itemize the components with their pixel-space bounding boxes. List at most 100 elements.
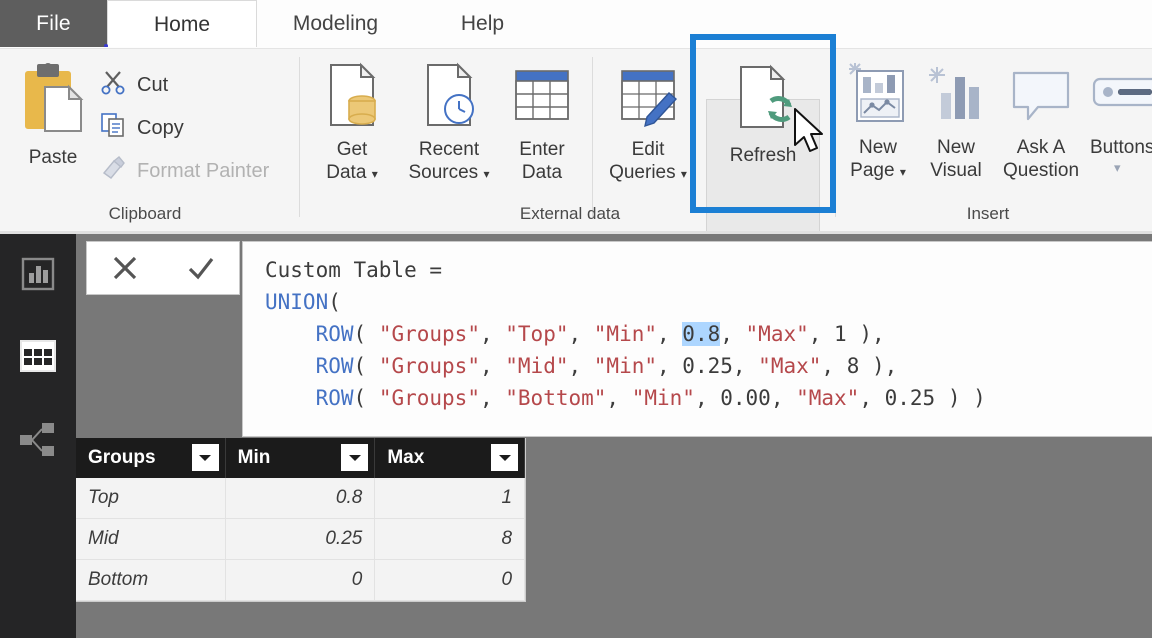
edit-queries-button[interactable]: Edit Queries ▾	[598, 61, 698, 184]
table-column-header[interactable]: Min	[226, 438, 376, 478]
dax-token-plain: ,	[694, 386, 721, 410]
view-navigation-sidebar	[0, 234, 76, 638]
table-cell[interactable]: Bottom	[76, 560, 226, 601]
table-column-header-label: Groups	[88, 447, 156, 468]
new-visual-button[interactable]: New Visual	[918, 61, 994, 182]
commit-check-icon[interactable]	[174, 246, 228, 290]
table-cell[interactable]: 0	[225, 560, 376, 601]
dax-token-str: "Groups"	[378, 386, 480, 410]
speech-bubble-icon	[1008, 61, 1074, 133]
dax-token-str: "Bottom"	[505, 386, 607, 410]
sidebar-item-data-view[interactable]	[16, 336, 60, 380]
sidebar-item-report-view[interactable]	[16, 254, 60, 298]
buttons-label: Buttons	[1090, 137, 1152, 159]
recent-sources-label-line1: Recent	[418, 139, 480, 161]
tab-modeling-label: Modeling	[292, 12, 379, 35]
ask-a-question-label-line1: Ask A	[1016, 137, 1066, 159]
format-painter-button[interactable]: Format Painter	[100, 155, 269, 187]
group-separator-1	[299, 57, 300, 217]
table-column-header[interactable]: Max	[375, 438, 526, 478]
enter-data-icon	[511, 61, 573, 135]
paste-icon	[17, 59, 89, 143]
dax-token-plain: ,	[770, 386, 797, 410]
dax-token-str: "Mid"	[505, 354, 569, 378]
buttons-button[interactable]: Buttons ▾	[1090, 61, 1152, 175]
enter-data-label-line1: Enter	[519, 139, 565, 161]
dax-token-plain: (	[353, 322, 379, 346]
recent-sources-label-line2: Sources ▾	[408, 161, 490, 183]
formula-confirm-bar	[86, 241, 240, 295]
dax-token-str: "Max"	[796, 386, 860, 410]
dax-token-plain: ,	[821, 354, 847, 378]
copy-button[interactable]: Copy	[100, 112, 184, 144]
copy-label: Copy	[137, 116, 184, 139]
paste-label: Paste	[28, 147, 78, 169]
ribbon-panel: Paste Cut Copy Format Painter Clipboard …	[0, 48, 1152, 246]
new-page-label-line1: New	[858, 137, 897, 159]
column-filter-dropdown-icon[interactable]	[341, 444, 369, 471]
dax-token-num: 8	[846, 354, 860, 378]
refresh-label: Refresh	[729, 145, 797, 167]
table-cell[interactable]: Mid	[76, 519, 226, 560]
tab-file[interactable]: File	[0, 0, 107, 48]
refresh-button[interactable]: Refresh	[706, 63, 820, 168]
table-cell[interactable]: 0.8	[225, 478, 376, 519]
dax-token-plain: ,	[479, 354, 506, 378]
group-separator-3	[835, 57, 836, 217]
dax-token-str: "Groups"	[378, 354, 480, 378]
format-painter-icon	[100, 155, 126, 187]
dax-token-plain: ,	[606, 386, 632, 410]
dax-token-str: "Max"	[758, 354, 822, 378]
table-column-header-label: Min	[237, 447, 271, 468]
table-header-row: Groups Min Max	[76, 438, 526, 478]
get-data-button[interactable]: Get Data ▾	[310, 61, 394, 184]
column-filter-dropdown-icon[interactable]	[191, 444, 219, 471]
data-view-workspace: Custom Table = UNION( ROW( "Groups", "Top…	[76, 234, 1152, 638]
table-row[interactable]: Mid 0.25 8	[76, 519, 526, 560]
table-cell[interactable]: 0	[375, 560, 526, 601]
table-cell[interactable]: 0.25	[225, 519, 376, 560]
new-page-icon	[847, 61, 909, 133]
report-view-icon	[19, 255, 57, 298]
column-filter-dropdown-icon[interactable]	[491, 444, 519, 471]
chevron-down-icon[interactable]: ▾	[1114, 160, 1121, 175]
tab-help[interactable]: Help	[420, 0, 545, 48]
dax-token-plain: ,	[720, 322, 746, 346]
table-cell[interactable]: 8	[375, 519, 526, 560]
recent-sources-button[interactable]: Recent Sources ▾	[394, 61, 504, 184]
dax-token-num: 1	[834, 322, 847, 346]
table-cell[interactable]: Top	[76, 478, 226, 519]
sidebar-item-model-view[interactable]	[16, 419, 60, 463]
format-painter-label: Format Painter	[137, 159, 270, 182]
get-data-icon	[321, 61, 383, 135]
insert-group-label: Insert	[966, 204, 1010, 223]
power-bi-window: File Home Modeling Help Paste Cut Copy F…	[0, 0, 1152, 638]
cut-button[interactable]: Cut	[100, 69, 168, 101]
tab-modeling[interactable]: Modeling	[257, 0, 414, 48]
dax-token-plain: (	[353, 354, 379, 378]
dax-line: ROW( "Groups", "Bottom", "Min", 0.00, "M…	[265, 382, 1152, 414]
dax-token-plain: ,	[479, 322, 506, 346]
ask-a-question-label-line2: Question	[1002, 159, 1080, 181]
ask-a-question-button[interactable]: Ask A Question	[994, 61, 1088, 182]
enter-data-label-line2: Data	[521, 161, 563, 183]
table-row[interactable]: Top 0.8 1	[76, 478, 526, 519]
dax-token-str: "Min"	[593, 354, 657, 378]
paste-button[interactable]: Paste	[10, 59, 96, 170]
chevron-down-icon: ▾	[680, 166, 687, 181]
dax-formula-editor[interactable]: Custom Table = UNION( ROW( "Groups", "Top…	[242, 241, 1152, 437]
cut-label: Cut	[137, 73, 169, 96]
cancel-x-icon[interactable]	[98, 246, 152, 290]
table-column-header[interactable]: Groups	[76, 438, 226, 478]
dax-token-plain: ,	[568, 354, 594, 378]
new-page-button[interactable]: New Page ▾	[838, 61, 918, 182]
external-data-group-label: External data	[519, 204, 621, 223]
enter-data-button[interactable]: Enter Data	[500, 61, 584, 184]
dax-token-plain: Custom Table =	[265, 258, 443, 282]
table-cell[interactable]: 1	[375, 478, 526, 519]
tab-home-label: Home	[153, 13, 211, 36]
dax-token-plain: (	[328, 290, 341, 314]
table-row[interactable]: Bottom 0 0	[76, 560, 526, 601]
model-view-icon	[18, 420, 58, 463]
tab-home[interactable]: Home	[107, 0, 257, 49]
